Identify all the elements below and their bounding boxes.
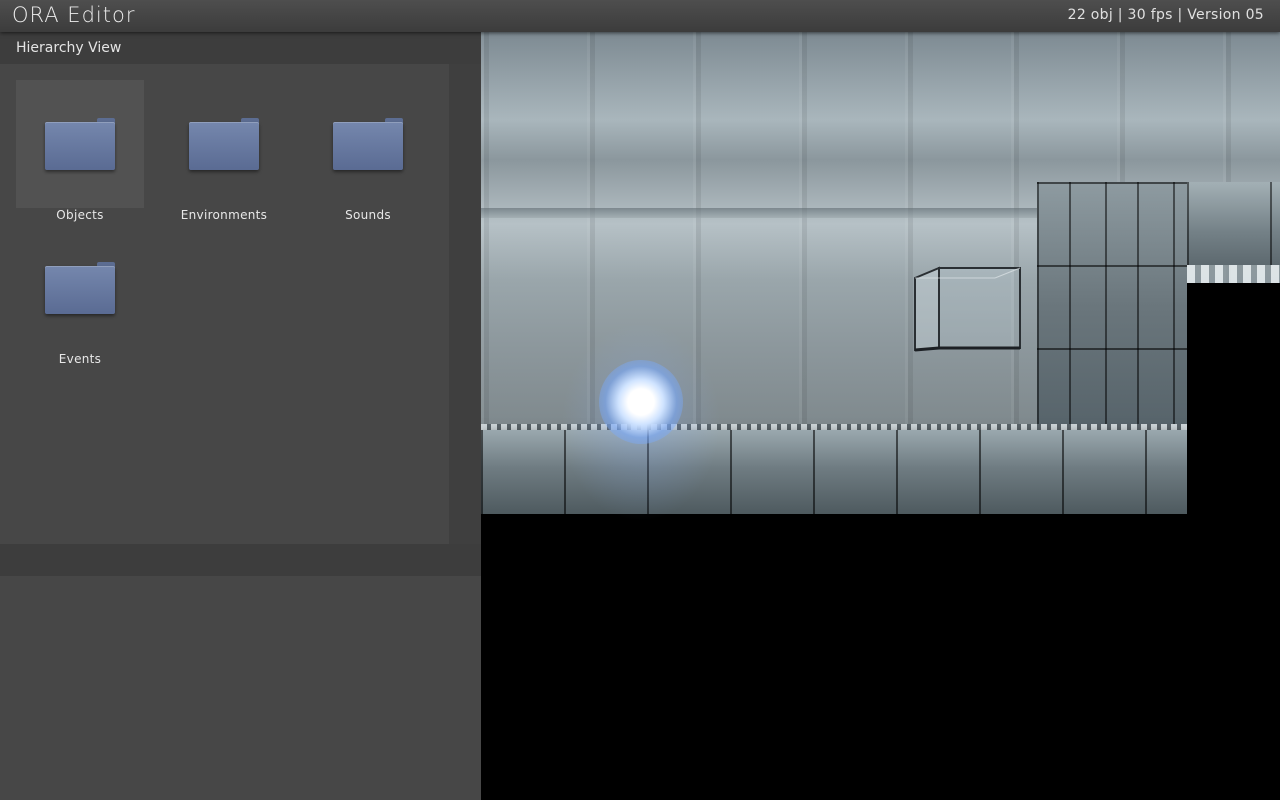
inspector-header: [0, 544, 481, 576]
hierarchy-scrollbar[interactable]: [449, 64, 481, 544]
inspector-panel: [0, 576, 481, 800]
app-title: ORA Editor: [12, 3, 136, 27]
folder-icon: [333, 118, 403, 170]
folder-environments[interactable]: Environments: [160, 80, 288, 222]
folder-label: Events: [58, 352, 102, 366]
folder-icon: [45, 118, 115, 170]
hierarchy-title: Hierarchy View: [16, 40, 122, 56]
folder-events[interactable]: Events: [16, 224, 144, 366]
hierarchy-header: Hierarchy View: [0, 32, 481, 64]
light-orb[interactable]: [599, 360, 683, 444]
folder-objects[interactable]: Objects: [16, 80, 144, 222]
scene-viewport[interactable]: [481, 32, 1280, 800]
status-readout: 22 obj | 30 fps | Version 05: [1067, 7, 1264, 23]
stone-block-top: [1187, 182, 1280, 265]
left-panel: Hierarchy View Objects Environments Soun…: [0, 32, 481, 800]
folder-icon: [189, 118, 259, 170]
folder-label: Sounds: [345, 208, 391, 222]
title-bar: ORA Editor 22 obj | 30 fps | Version 05: [0, 0, 1280, 32]
folder-label: Environments: [180, 208, 268, 222]
checker-strip: [1187, 265, 1280, 283]
folder-label: Objects: [56, 208, 104, 222]
folder-icon: [45, 262, 115, 314]
glass-cube[interactable]: [913, 264, 1023, 354]
dark-opening: [1187, 283, 1280, 800]
folder-sounds[interactable]: Sounds: [304, 80, 432, 222]
stone-block-stack: [1037, 182, 1187, 432]
hierarchy-view: Objects Environments Sounds Events: [0, 64, 449, 544]
